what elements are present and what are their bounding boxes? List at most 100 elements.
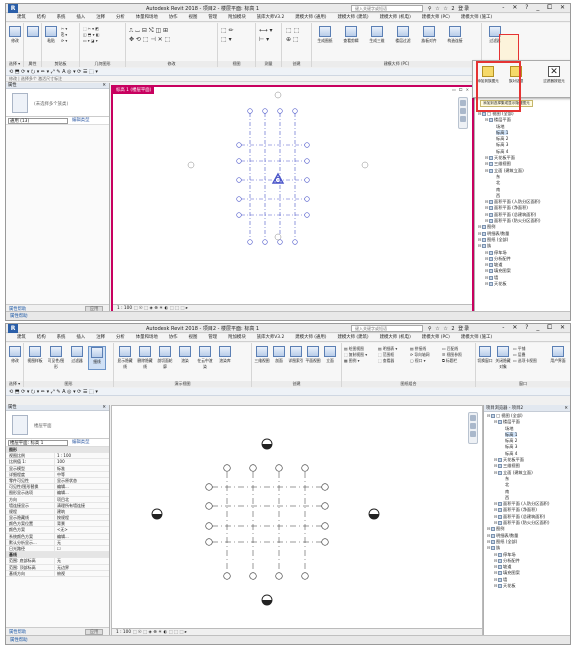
- elevation-button[interactable]: 立面: [322, 346, 338, 370]
- close-icon[interactable]: ✕: [564, 405, 568, 412]
- menu-tab[interactable]: 插入: [76, 14, 85, 22]
- viewport-link[interactable]: ▢ 视口 ▾: [410, 358, 426, 363]
- sheet-tools-b[interactable]: ▭ 匹配线 ☰ 视图参照 ⧉ 标题栏: [442, 346, 462, 364]
- property-value[interactable]: 清理所有墙连接: [54, 502, 108, 508]
- schedule-tools[interactable]: ▤ 明细表 ▾ ⬚ 范围框 ⬚ 查看器: [378, 346, 397, 364]
- property-value[interactable]: 100: [54, 459, 108, 465]
- grid-head[interactable]: [247, 108, 253, 114]
- zoom-icon[interactable]: [460, 108, 466, 114]
- grid-head[interactable]: [321, 483, 329, 491]
- menu-tab[interactable]: 建模大师 (机电): [380, 334, 411, 342]
- tree-item[interactable]: ⊟ 天花板: [485, 583, 570, 589]
- menu-tab[interactable]: 插入: [76, 334, 85, 342]
- navigation-bar[interactable]: [468, 412, 478, 444]
- menu-tab[interactable]: 系统: [57, 334, 66, 342]
- visibility-graphics-button[interactable]: 可见性/图形: [46, 346, 66, 370]
- steering-wheel-icon[interactable]: [470, 415, 476, 421]
- property-value[interactable]: 1 : 100: [54, 453, 108, 459]
- grid-head[interactable]: [205, 522, 213, 530]
- view-clip-button[interactable]: 查看剪辑: [340, 26, 362, 50]
- show-hidden-button-highlight[interactable]: [499, 34, 519, 62]
- grid-lines[interactable]: [187, 91, 369, 245]
- property-value[interactable]: 无: [54, 558, 108, 564]
- duplicate-view-link[interactable]: ⬚ 复制视图 ▾: [344, 352, 367, 357]
- gen-3d-button[interactable]: 生成三维: [366, 26, 388, 50]
- grid-head[interactable]: [236, 212, 242, 218]
- grid-head[interactable]: [247, 239, 253, 245]
- modify-button[interactable]: 修改: [7, 346, 23, 370]
- create-tools[interactable]: ⬚ ⬚ ⊕ ⬚: [286, 26, 299, 44]
- property-value[interactable]: 按规程: [54, 515, 108, 521]
- matchline-link[interactable]: ▭ 匹配线: [442, 346, 458, 351]
- property-value[interactable]: <无>: [54, 527, 108, 533]
- grid-head[interactable]: [304, 212, 310, 218]
- view-tools[interactable]: ⬚ ✏ ⬚ ▾: [221, 26, 234, 44]
- titleblock-link[interactable]: ⧉ 标题栏: [442, 358, 457, 363]
- menu-tab[interactable]: 体量和场地: [136, 14, 158, 22]
- menu-tab[interactable]: 注释: [96, 14, 105, 22]
- menu-tab[interactable]: 族库大师V3.2: [257, 334, 285, 342]
- switch-window-button[interactable]: 切换窗口: [477, 346, 493, 370]
- connect-button[interactable]: 构造连接: [444, 26, 466, 50]
- modify-tools[interactable]: ⎍ ⌴ ⊟ ⤭ ◫ ⊞ ✥ ⟲ ⬚ ⊣ ✕ ⬚: [129, 26, 170, 44]
- grid-head[interactable]: [205, 538, 213, 546]
- type-selector-preview[interactable]: (未选择多个族类): [6, 89, 109, 117]
- menu-tab[interactable]: 附加模块: [228, 14, 246, 22]
- elevation-marker[interactable]: [187, 161, 195, 169]
- grid-head[interactable]: [304, 158, 310, 164]
- viewer-link[interactable]: ⬚ 查看器: [378, 358, 394, 363]
- menu-tab[interactable]: 分析: [116, 334, 125, 342]
- property-value[interactable]: 标准: [54, 465, 108, 471]
- property-value[interactable]: ☐: [54, 546, 108, 552]
- grid-head[interactable]: [321, 502, 329, 510]
- menu-tab[interactable]: 管理: [208, 334, 217, 342]
- grid-head[interactable]: [277, 108, 283, 114]
- drafting-view-link[interactable]: ▤ 绘图视图: [344, 346, 364, 351]
- menu-tab[interactable]: 建模大师 (施工): [461, 334, 492, 342]
- property-value[interactable]: 编辑...: [54, 484, 108, 490]
- drawing-view[interactable]: 1 : 100 ⬚ ☉ ⬚ ◈ ⊕ ☀ ◐ ⬚ ⬚ ⬚ ▸: [111, 405, 483, 636]
- grid-head[interactable]: [236, 177, 242, 183]
- guide-grid-link[interactable]: ⟳ 导向轴网: [410, 352, 430, 357]
- menu-tab[interactable]: 附加模块: [228, 334, 246, 342]
- measure-tools[interactable]: ⟷ ▾ ⊢ ▾: [259, 26, 273, 44]
- grid-head[interactable]: [301, 464, 309, 472]
- menu-tab[interactable]: 体量和场地: [136, 334, 158, 342]
- geometry-small-tools[interactable]: ⬚ ✂ ▾ ◩ ◫ ⬒ ▾ ◧ ▭ ▾ ◪ ▾: [83, 26, 99, 44]
- window-controls[interactable]: - ✕ ? _ ⧠ ✕: [502, 324, 568, 332]
- schedule-link[interactable]: ▤ 明细表 ▾: [378, 346, 397, 351]
- pan-icon[interactable]: [470, 431, 476, 437]
- floor-plan-canvas[interactable]: [113, 87, 472, 304]
- instance-dropdown[interactable]: 通用 (13): [8, 118, 68, 124]
- revit-logo[interactable]: R: [8, 324, 18, 333]
- menu-tab[interactable]: 建模大师 (机电): [380, 14, 411, 22]
- type-selector-preview[interactable]: 楼层平面: [6, 411, 109, 439]
- cascade-link[interactable]: ▭ 层叠: [513, 352, 525, 357]
- grid-head[interactable]: [321, 538, 329, 546]
- grid-head[interactable]: [262, 108, 268, 114]
- grid-head[interactable]: [292, 239, 298, 245]
- search-input[interactable]: 键入关键字或短语: [351, 325, 423, 332]
- property-value[interactable]: 建筑: [54, 508, 108, 515]
- grid-lines[interactable]: [151, 438, 380, 606]
- menu-tab[interactable]: 协作: [169, 14, 178, 22]
- grid-head[interactable]: [277, 239, 283, 245]
- grid-head[interactable]: [223, 572, 231, 580]
- menu-tab[interactable]: 建模大师 (PC): [422, 14, 450, 22]
- selection-marker[interactable]: [271, 172, 285, 184]
- menu-tab[interactable]: 视图: [189, 14, 198, 22]
- instance-dropdown[interactable]: 楼层平面: 标高 1: [8, 440, 68, 446]
- search-input[interactable]: 键入关键字或短语: [351, 5, 423, 12]
- steering-wheel-icon[interactable]: [460, 100, 466, 106]
- grid-head[interactable]: [292, 108, 298, 114]
- render-button[interactable]: 渲染: [176, 346, 194, 370]
- grid-head[interactable]: [205, 483, 213, 491]
- window-small-tools[interactable]: ▭ 平铺 ▭ 层叠 ▭ 选项卡视图: [513, 346, 537, 364]
- sheet-tools-a[interactable]: ▤ 拼接线 ⟳ 导向轴网 ▢ 视口 ▾: [410, 346, 430, 364]
- grid-head[interactable]: [249, 464, 257, 472]
- menu-tab[interactable]: 建模大师 (PC): [422, 334, 450, 342]
- navigation-bar[interactable]: [458, 97, 468, 129]
- view-control-bar[interactable]: 1 : 100 ⬚ ☉ ⬚ ◈ ⊕ ☀ ◐ ⬚ ⬚ ⬚ ▸: [112, 628, 482, 635]
- edit-type-button[interactable]: 编辑类型: [72, 439, 90, 447]
- tab-views-link[interactable]: ▭ 选项卡视图: [513, 358, 537, 363]
